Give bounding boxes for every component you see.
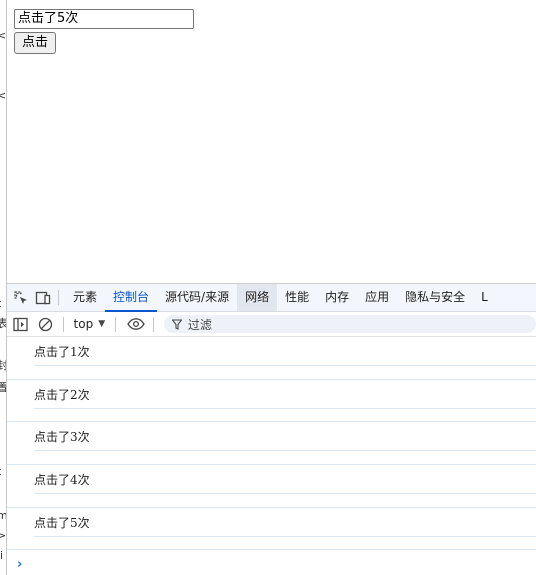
context-selector-label: top bbox=[73, 317, 94, 331]
console-log-row: 点击了1次 bbox=[7, 337, 536, 380]
code-fragment: li bbox=[0, 549, 4, 562]
context-selector[interactable]: top ▼ bbox=[70, 317, 110, 331]
console-prompt-icon[interactable]: › bbox=[17, 557, 22, 572]
sidebar-toggle-icon-svg bbox=[13, 317, 29, 331]
clear-console-icon-svg bbox=[38, 317, 53, 331]
tab-memory[interactable]: 内存 bbox=[317, 284, 357, 311]
code-fragment: t bbox=[0, 466, 1, 478]
tab-privacy-security[interactable]: 隐私与安全 bbox=[397, 284, 473, 311]
devtools-tabbar: 元素 控制台 源代码/来源 网络 性能 内存 应用 隐私与安全 L bbox=[7, 284, 536, 312]
tab-sources[interactable]: 源代码/来源 bbox=[157, 284, 237, 311]
live-expression-eye-icon[interactable] bbox=[125, 312, 147, 336]
console-log-message: 点击了1次 bbox=[34, 343, 536, 366]
console-log-row: 点击了5次 bbox=[7, 508, 536, 551]
console-log-message: 点击了4次 bbox=[34, 471, 536, 495]
device-toolbar-icon[interactable] bbox=[32, 284, 54, 311]
tab-application[interactable]: 应用 bbox=[357, 284, 397, 311]
console-log-row: 点击了4次 bbox=[7, 465, 536, 508]
eye-icon-svg bbox=[127, 318, 145, 330]
device-toolbar-icon-svg bbox=[35, 291, 51, 304]
devtools-panel: 元素 控制台 源代码/来源 网络 性能 内存 应用 隐私与安全 L top ▼ … bbox=[7, 283, 536, 575]
tabbar-separator bbox=[58, 290, 59, 305]
tab-performance[interactable]: 性能 bbox=[277, 284, 317, 311]
browser-window: < < t 表 封 置 t m > li 点击 bbox=[0, 0, 536, 575]
filter-placeholder: 过滤 bbox=[187, 317, 212, 332]
code-fragment: 表 bbox=[0, 318, 6, 330]
tab-console[interactable]: 控制台 bbox=[105, 284, 158, 312]
console-log-message: 点击了2次 bbox=[34, 386, 536, 409]
click-button[interactable]: 点击 bbox=[14, 32, 57, 54]
tab-network[interactable]: 网络 bbox=[237, 284, 278, 311]
sidebar-toggle-icon[interactable] bbox=[10, 312, 32, 336]
console-toolbar: top ▼ 过滤 bbox=[7, 312, 536, 337]
console-log-message: 点击了3次 bbox=[34, 428, 536, 452]
tab-elements[interactable]: 元素 bbox=[65, 284, 105, 311]
code-fragment: t bbox=[0, 298, 1, 310]
code-fragment: < bbox=[0, 30, 6, 42]
toolbar-separator bbox=[152, 316, 154, 332]
code-fragment: > bbox=[0, 530, 6, 542]
tab-lighthouse[interactable]: L bbox=[473, 284, 496, 311]
code-fragment: m bbox=[0, 510, 6, 522]
page-viewport: 点击 bbox=[7, 0, 536, 283]
inspect-element-icon[interactable] bbox=[10, 284, 32, 311]
toolbar-separator bbox=[115, 316, 117, 332]
chevron-down-icon: ▼ bbox=[98, 319, 106, 329]
clear-console-icon[interactable] bbox=[35, 312, 57, 336]
code-fragment: < bbox=[0, 90, 6, 102]
console-output: 点击了1次 点击了2次 点击了3次 点击了4次 点击了5次 › bbox=[7, 337, 536, 575]
console-filter-input[interactable]: 过滤 bbox=[163, 315, 536, 333]
toolbar-separator bbox=[62, 316, 64, 332]
count-input[interactable] bbox=[14, 9, 194, 29]
console-log-row: 点击了2次 bbox=[7, 380, 536, 423]
console-log-row: 点击了3次 bbox=[7, 422, 536, 466]
console-log-message: 点击了5次 bbox=[34, 514, 536, 537]
code-fragment: 封 bbox=[0, 360, 6, 372]
editor-edge-strip: < < t 表 封 置 t m > li bbox=[0, 0, 7, 575]
inspect-element-icon-svg bbox=[14, 290, 27, 304]
code-fragment: 置 bbox=[0, 382, 6, 394]
filter-icon bbox=[171, 318, 182, 330]
